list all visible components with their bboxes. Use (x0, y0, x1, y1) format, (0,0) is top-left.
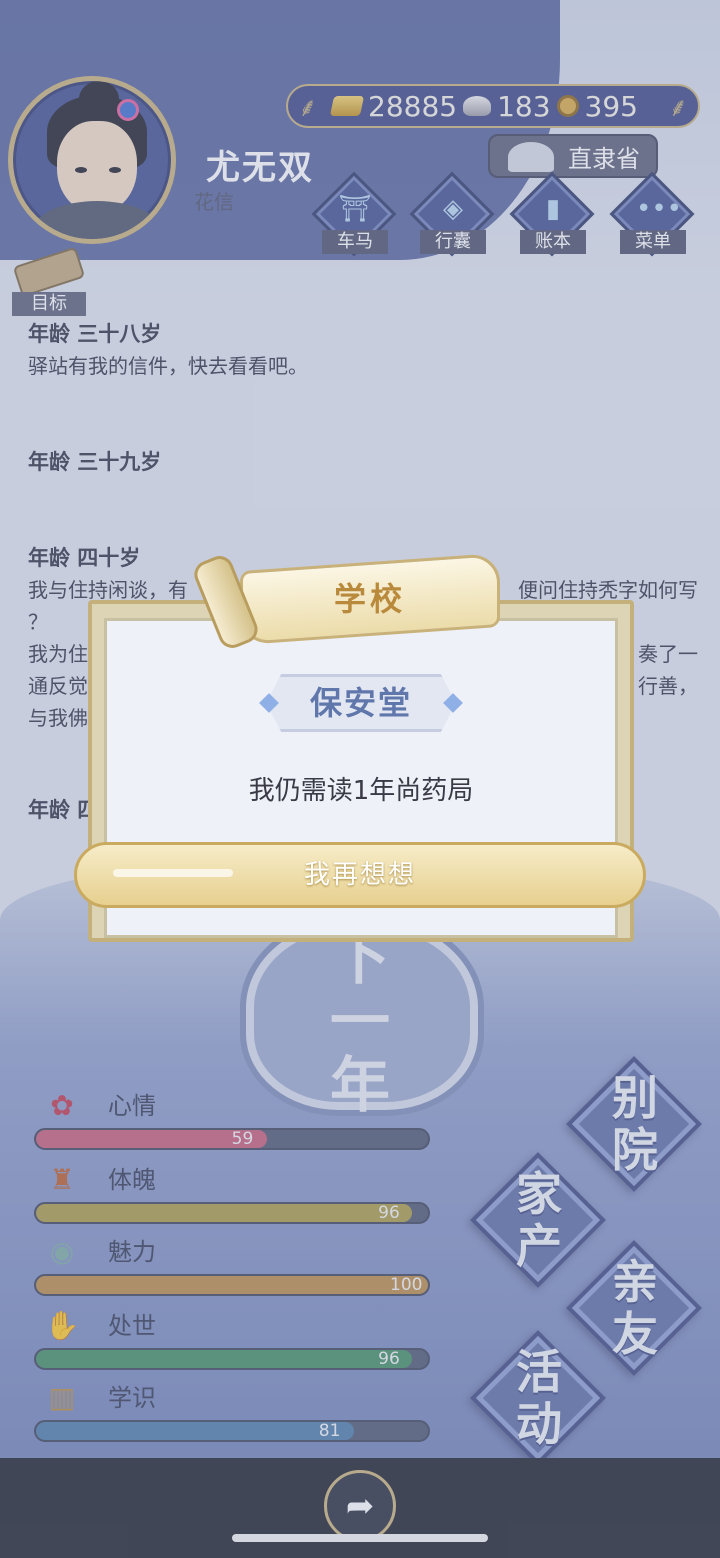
modal-title: 学校 (333, 580, 406, 618)
school-name: 保安堂 (309, 684, 412, 722)
modal-header: 学校 (190, 551, 520, 653)
reconsider-button[interactable]: 我再想想 (74, 842, 646, 908)
modal-message: 我仍需读1年尚药局 (248, 776, 474, 806)
reconsider-label: 我再想想 (303, 860, 416, 890)
swirl-decoration (113, 869, 233, 877)
